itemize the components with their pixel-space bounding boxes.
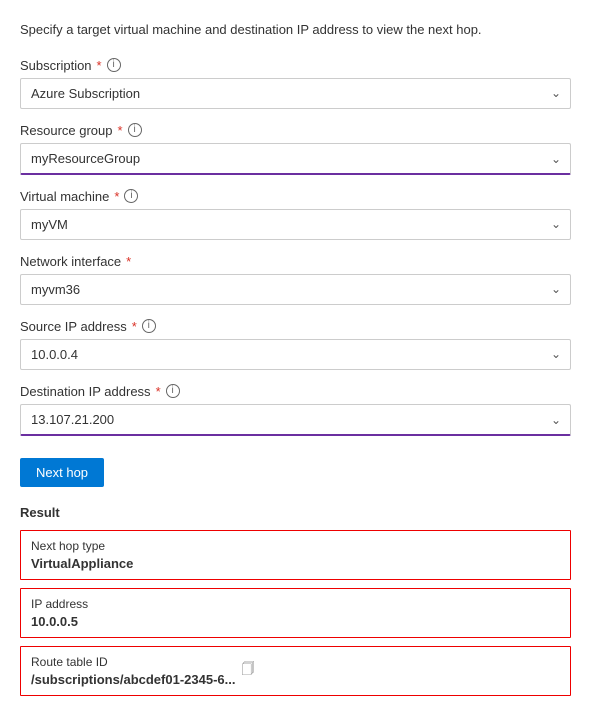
network-interface-dropdown-wrapper: myvm36 ⌄	[20, 274, 571, 305]
resource-group-dropdown[interactable]: myResourceGroup	[20, 143, 571, 175]
destination-ip-info-icon[interactable]: i	[166, 384, 180, 398]
result-section-label: Result	[20, 505, 571, 520]
subscription-label: Subscription * i	[20, 58, 571, 73]
virtual-machine-required: *	[114, 189, 119, 204]
virtual-machine-label-text: Virtual machine	[20, 189, 109, 204]
virtual-machine-label: Virtual machine * i	[20, 189, 571, 204]
route-table-card: Route table ID /subscriptions/abcdef01-2…	[20, 646, 571, 696]
source-ip-group: Source IP address * i 10.0.0.4 ⌄	[20, 319, 571, 370]
virtual-machine-info-icon[interactable]: i	[124, 189, 138, 203]
destination-ip-label: Destination IP address * i	[20, 384, 571, 399]
network-interface-label: Network interface *	[20, 254, 571, 269]
destination-ip-group: Destination IP address * i 13.107.21.200…	[20, 384, 571, 436]
subscription-required: *	[97, 58, 102, 73]
subscription-dropdown[interactable]: Azure Subscription	[20, 78, 571, 109]
resource-group-label: Resource group * i	[20, 123, 571, 138]
source-ip-required: *	[132, 319, 137, 334]
virtual-machine-dropdown[interactable]: myVM	[20, 209, 571, 240]
copy-icon[interactable]: 🗍	[241, 660, 254, 682]
route-table-label: Route table ID	[31, 655, 235, 669]
result-cards-column: Next hop type VirtualAppliance IP addres…	[20, 530, 571, 704]
network-interface-dropdown[interactable]: myvm36	[20, 274, 571, 305]
subscription-dropdown-wrapper: Azure Subscription ⌄	[20, 78, 571, 109]
resource-group-group: Resource group * i myResourceGroup ⌄	[20, 123, 571, 175]
next-hop-type-card: Next hop type VirtualAppliance	[20, 530, 571, 580]
resource-group-required: *	[118, 123, 123, 138]
destination-ip-dropdown-wrapper: 13.107.21.200 ⌄	[20, 404, 571, 436]
resource-group-dropdown-wrapper: myResourceGroup ⌄	[20, 143, 571, 175]
network-interface-group: Network interface * myvm36 ⌄	[20, 254, 571, 305]
subscription-info-icon[interactable]: i	[107, 58, 121, 72]
virtual-machine-group: Virtual machine * i myVM ⌄	[20, 189, 571, 240]
ip-address-label: IP address	[31, 597, 560, 611]
subscription-group: Subscription * i Azure Subscription ⌄	[20, 58, 571, 109]
source-ip-label-text: Source IP address	[20, 319, 127, 334]
next-hop-type-value: VirtualAppliance	[31, 556, 560, 571]
network-interface-required: *	[126, 254, 131, 269]
source-ip-dropdown[interactable]: 10.0.0.4	[20, 339, 571, 370]
source-ip-info-icon[interactable]: i	[142, 319, 156, 333]
subscription-label-text: Subscription	[20, 58, 92, 73]
resource-group-info-icon[interactable]: i	[128, 123, 142, 137]
resource-group-label-text: Resource group	[20, 123, 113, 138]
route-table-value: /subscriptions/abcdef01-2345-6...	[31, 672, 235, 687]
virtual-machine-dropdown-wrapper: myVM ⌄	[20, 209, 571, 240]
destination-ip-label-text: Destination IP address	[20, 384, 151, 399]
destination-ip-required: *	[156, 384, 161, 399]
page-description: Specify a target virtual machine and des…	[20, 20, 571, 40]
network-interface-label-text: Network interface	[20, 254, 121, 269]
ip-address-card: IP address 10.0.0.5	[20, 588, 571, 638]
next-hop-type-label: Next hop type	[31, 539, 560, 553]
next-hop-button[interactable]: Next hop	[20, 458, 104, 487]
result-section: Result Next hop type VirtualAppliance IP…	[20, 505, 571, 704]
route-table-content: Route table ID /subscriptions/abcdef01-2…	[31, 655, 235, 687]
source-ip-dropdown-wrapper: 10.0.0.4 ⌄	[20, 339, 571, 370]
ip-address-value: 10.0.0.5	[31, 614, 560, 629]
destination-ip-dropdown[interactable]: 13.107.21.200	[20, 404, 571, 436]
source-ip-label: Source IP address * i	[20, 319, 571, 334]
